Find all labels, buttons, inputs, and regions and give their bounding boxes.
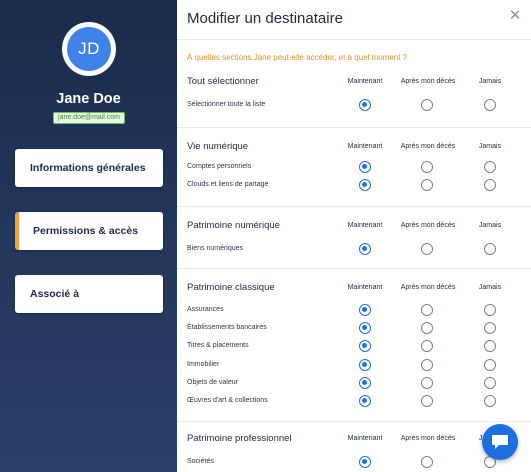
- section-divider: [177, 268, 531, 269]
- radio-after[interactable]: [421, 161, 433, 173]
- radio-after[interactable]: [421, 395, 433, 407]
- permission-row: Sélectionner toute la liste: [177, 99, 531, 113]
- radio-after[interactable]: [421, 376, 433, 389]
- permission-row: Œuvres d'art & collections: [177, 395, 531, 409]
- radio-after[interactable]: [421, 322, 433, 335]
- radio-never[interactable]: [484, 322, 496, 335]
- radio-never[interactable]: [484, 179, 496, 192]
- permission-row: Comptes personnels: [177, 161, 531, 175]
- radio-now[interactable]: [359, 395, 371, 407]
- permission-row: Assurances: [177, 304, 531, 318]
- section-divider: [177, 421, 531, 422]
- nav-associated[interactable]: Associé à: [15, 275, 163, 313]
- row-label: Œuvres d'art & collections: [187, 397, 268, 404]
- divider: [177, 39, 531, 40]
- permission-row: Établissements bancaires: [177, 322, 531, 336]
- section-title: Patrimoine numérique: [187, 220, 280, 231]
- row-label: Clouds et liens de partage: [187, 181, 269, 189]
- permission-row: Objets de valeur: [177, 376, 531, 391]
- section-title: Vie numérique: [187, 141, 249, 152]
- nav-label: Permissions & accès: [33, 225, 139, 237]
- column-header-never: Jamais: [478, 222, 502, 229]
- radio-after[interactable]: [421, 243, 433, 255]
- row-label: Comptes personnels: [187, 163, 252, 170]
- radio-after[interactable]: [421, 304, 433, 316]
- chat-button[interactable]: [482, 424, 518, 460]
- radio-now[interactable]: [359, 322, 371, 335]
- close-icon[interactable]: ✕: [508, 8, 522, 23]
- row-label: Sélectionner toute la liste: [187, 101, 266, 108]
- radio-never[interactable]: [484, 161, 496, 173]
- radio-never[interactable]: [484, 99, 496, 111]
- radio-now[interactable]: [359, 243, 371, 255]
- radio-now[interactable]: [359, 304, 371, 316]
- row-label: Objets de valeur: [187, 378, 238, 386]
- radio-now[interactable]: [359, 376, 371, 389]
- radio-never[interactable]: [484, 243, 496, 255]
- radio-now[interactable]: [359, 456, 371, 468]
- column-header-never: Jamais: [478, 284, 502, 291]
- row-label: Établissements bancaires: [187, 324, 267, 332]
- row-label: Biens numériques: [187, 245, 244, 252]
- row-label: Assurances: [187, 306, 224, 313]
- section-title: Patrimoine professionnel: [187, 433, 292, 444]
- permission-row: Clouds et liens de partage: [177, 179, 531, 193]
- row-label: Immobilier: [187, 360, 220, 368]
- row-label: Titres & placements: [187, 342, 249, 350]
- permission-row: Titres & placements: [177, 340, 531, 354]
- avatar: JD: [67, 27, 111, 71]
- nav-label: Associé à: [30, 288, 80, 300]
- permission-row: Biens numériques: [177, 243, 531, 257]
- radio-now[interactable]: [359, 340, 371, 353]
- radio-after[interactable]: [421, 179, 433, 192]
- section-title: Tout sélectionner: [187, 76, 259, 87]
- radio-never[interactable]: [484, 395, 496, 407]
- column-header-never: Jamais: [478, 78, 502, 85]
- radio-after[interactable]: [421, 358, 433, 371]
- section-divider: [177, 206, 531, 207]
- sidebar: JD Jane Doe jane.doe@mail.com Informatio…: [0, 0, 177, 472]
- permission-row: Immobilier: [177, 358, 531, 373]
- radio-never[interactable]: [484, 358, 496, 371]
- radio-after[interactable]: [421, 456, 433, 468]
- radio-never[interactable]: [484, 376, 496, 389]
- radio-now[interactable]: [359, 99, 371, 111]
- permission-row: Sociétés: [177, 456, 531, 470]
- user-email-badge: jane.doe@mail.com: [53, 112, 125, 124]
- row-label: Sociétés: [187, 458, 214, 465]
- edit-recipient-panel: Modifier un destinataire ✕ À quelles sec…: [177, 0, 531, 472]
- section-title: Patrimoine classique: [187, 282, 275, 293]
- user-name: Jane Doe: [56, 91, 121, 107]
- page-title: Modifier un destinataire: [187, 10, 343, 27]
- access-question: À quelles sections Jane peut-elle accéde…: [187, 53, 408, 62]
- radio-never[interactable]: [484, 340, 496, 353]
- radio-after[interactable]: [421, 340, 433, 353]
- radio-now[interactable]: [359, 179, 371, 192]
- radio-after[interactable]: [421, 99, 433, 111]
- nav-permissions[interactable]: Permissions & accès: [15, 212, 163, 250]
- column-header-never: Jamais: [478, 143, 502, 150]
- section-divider: [177, 127, 531, 128]
- radio-now[interactable]: [359, 358, 371, 371]
- nav-general-info[interactable]: Informations générales: [15, 149, 163, 187]
- radio-never[interactable]: [484, 304, 496, 316]
- radio-now[interactable]: [359, 161, 371, 173]
- chat-bubble-icon: [492, 435, 508, 449]
- nav-label: Informations générales: [30, 162, 146, 174]
